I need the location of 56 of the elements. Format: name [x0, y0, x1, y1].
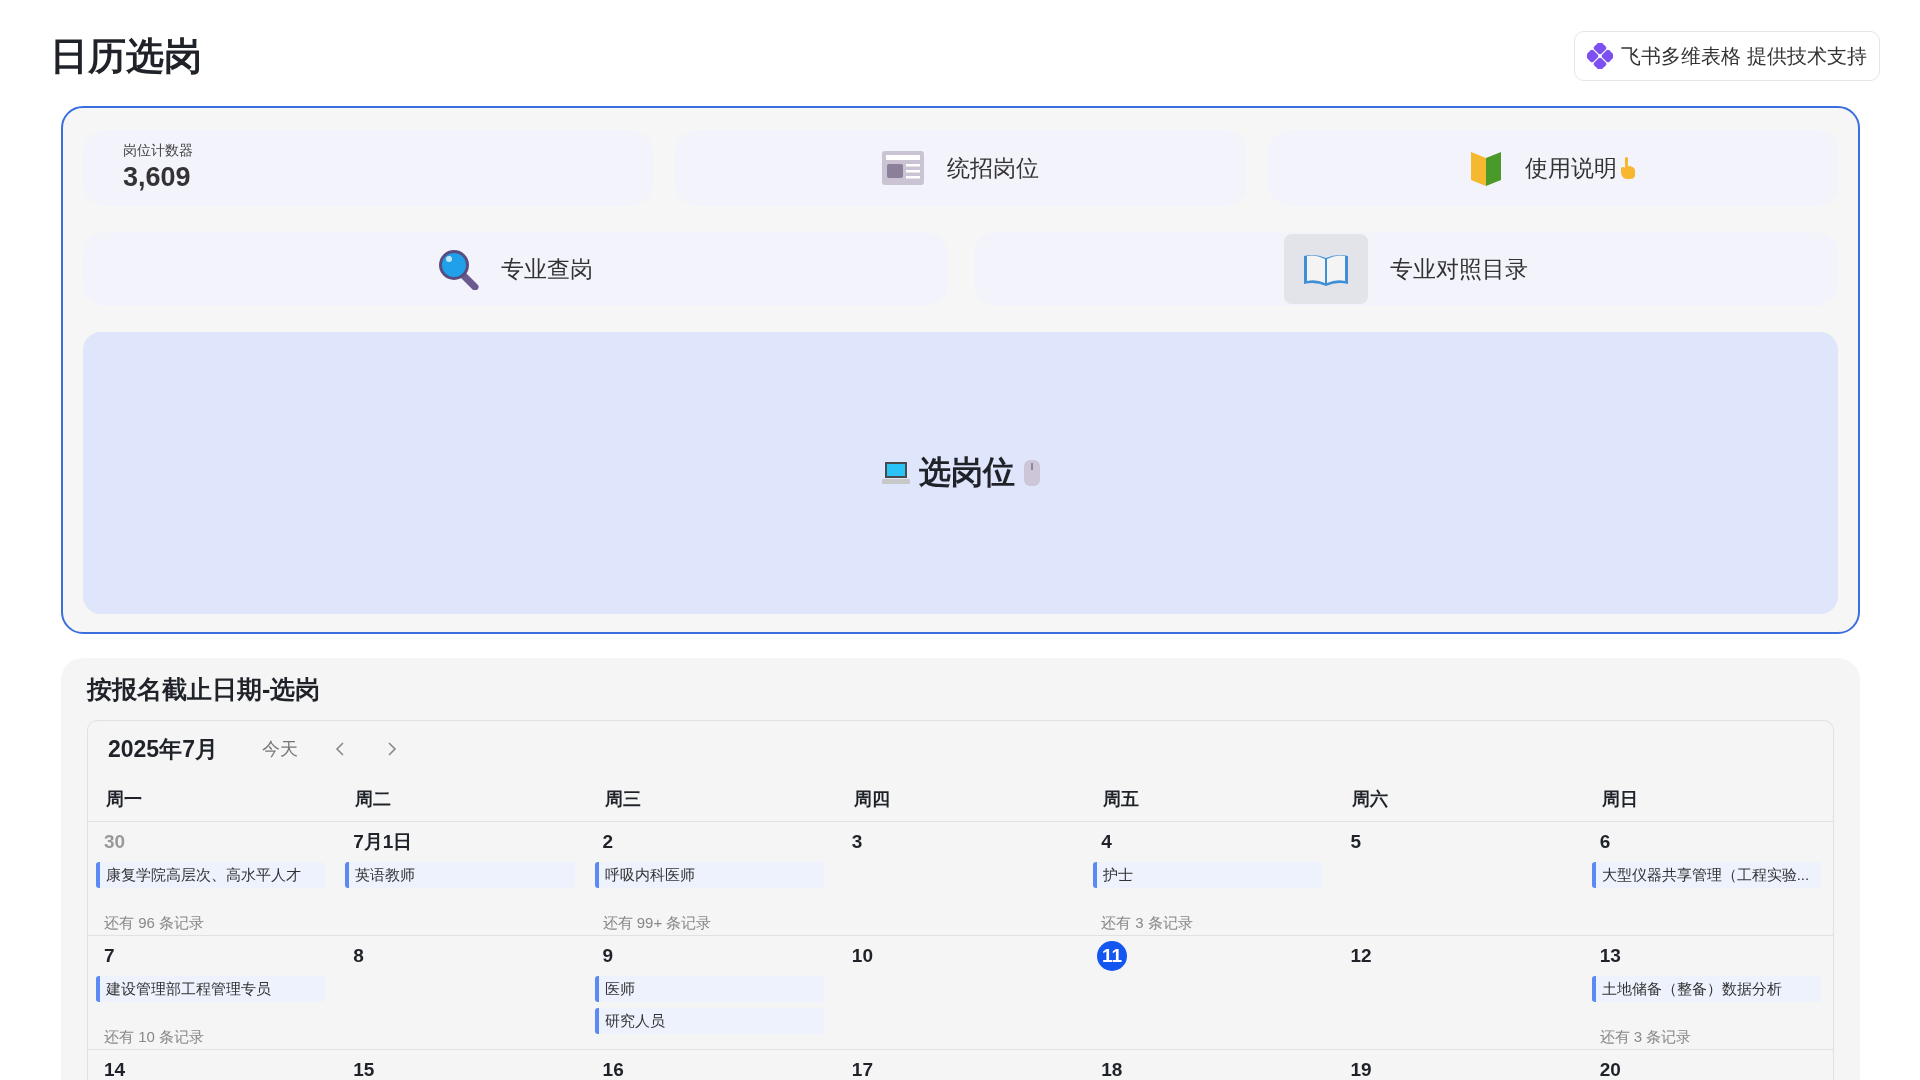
calendar-title: 按报名截止日期-选岗	[87, 673, 322, 705]
badge-text: 飞书多维表格 提供技术支持	[1621, 43, 1867, 69]
logo-icon	[1587, 43, 1614, 69]
counter-value: 3,609	[123, 162, 192, 193]
weekday-label: 周六	[1352, 788, 1389, 811]
pointing-hand-icon	[1618, 156, 1637, 180]
event-item[interactable]: 建设管理部工程管理专员	[96, 976, 326, 1002]
event-item[interactable]: 康复学院高层次、高水平人才	[96, 862, 326, 888]
event-item[interactable]: 大型仪器共享管理（工程实验...	[1591, 862, 1821, 888]
nav-button[interactable]: 统招岗位	[675, 130, 1246, 206]
weekday-label: 周二	[355, 788, 392, 811]
event-item[interactable]: 医师	[594, 976, 824, 1002]
day-number[interactable]: 8	[353, 945, 364, 967]
mouse-icon	[1022, 459, 1041, 487]
day-number[interactable]: 4	[1101, 831, 1112, 853]
weekday-label: 周五	[1103, 788, 1140, 811]
search-icon	[437, 248, 480, 290]
newspaper-icon	[881, 150, 926, 186]
day-number[interactable]: 15	[353, 1059, 375, 1080]
day-number[interactable]: 14	[104, 1059, 126, 1080]
day-number[interactable]: 9	[602, 945, 614, 967]
weekday-label: 周四	[853, 788, 890, 811]
weekday-label: 周日	[1601, 788, 1638, 811]
day-number[interactable]: 12	[1350, 945, 1372, 967]
day-number[interactable]: 7	[104, 945, 115, 967]
open-book-icon[interactable]	[1283, 234, 1368, 304]
event-item[interactable]: 研究人员	[594, 1008, 824, 1034]
day-number[interactable]: 7月1日	[353, 829, 413, 855]
laptop-icon	[880, 460, 911, 486]
support-badge[interactable]: 飞书多维表格 提供技术支持	[1574, 31, 1880, 81]
day-number[interactable]: 10	[851, 945, 873, 967]
event-item[interactable]: 呼吸内科医师	[594, 862, 824, 888]
day-number[interactable]: 18	[1101, 1059, 1123, 1080]
weekday-label: 周三	[604, 788, 641, 811]
nav-button[interactable]: 使用说明	[1267, 130, 1838, 206]
select-job-button[interactable]: 选岗位	[83, 332, 1838, 614]
day-number[interactable]: 16	[602, 1059, 624, 1080]
counter-label: 岗位计数器	[123, 142, 194, 160]
day-number[interactable]: 3	[851, 831, 863, 853]
nav-button[interactable]: 专业对照目录	[973, 232, 1838, 306]
today-button[interactable]: 今天	[255, 737, 304, 761]
day-number[interactable]: 13	[1599, 945, 1621, 967]
day-number[interactable]: 11	[1097, 941, 1128, 971]
day-number[interactable]: 19	[1350, 1059, 1372, 1080]
event-item[interactable]: 护士	[1093, 862, 1323, 888]
event-item[interactable]: 英语教师	[345, 862, 575, 888]
day-number[interactable]: 6	[1599, 831, 1611, 853]
month-label: 2025年7月	[108, 734, 218, 764]
day-number[interactable]: 5	[1350, 831, 1361, 853]
day-number[interactable]: 2	[602, 831, 614, 853]
day-number[interactable]: 20	[1599, 1059, 1621, 1080]
page-title: 日历选岗	[50, 33, 202, 79]
weekday-label: 周一	[106, 788, 142, 811]
event-item[interactable]: 土地储备（整备）数据分析	[1591, 976, 1821, 1002]
day-number[interactable]: 17	[851, 1059, 873, 1080]
nav-button[interactable]: 专业查岗	[83, 232, 948, 306]
